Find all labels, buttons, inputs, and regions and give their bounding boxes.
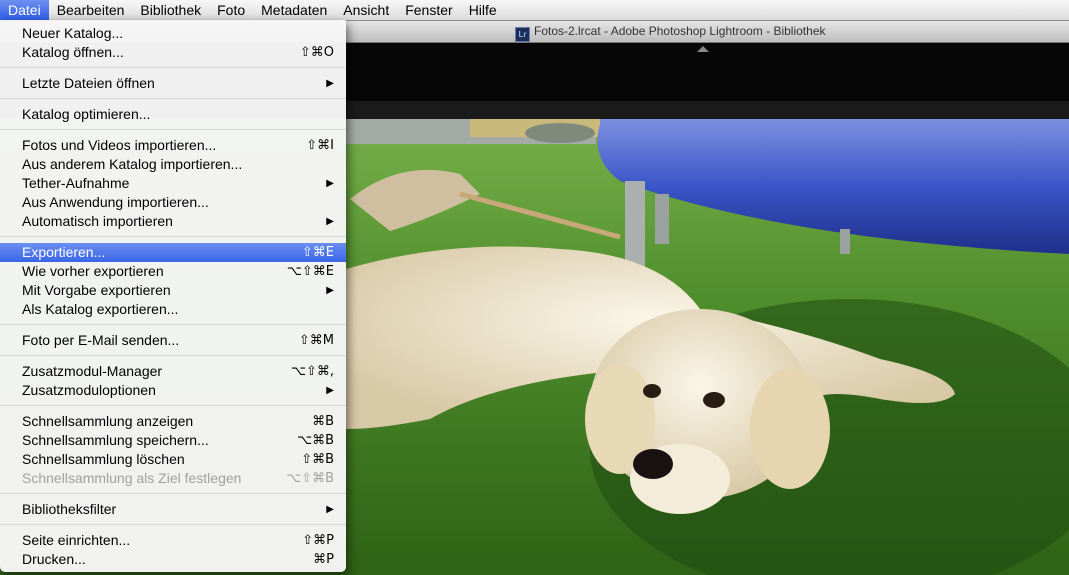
menu-item-neuer-katalog[interactable]: Neuer Katalog... — [0, 24, 346, 43]
menubar-item-hilfe[interactable]: Hilfe — [461, 0, 505, 20]
menubar-item-bibliothek[interactable]: Bibliothek — [132, 0, 209, 20]
menu-item-bibliotheksfilter[interactable]: Bibliotheksfilter ▶ — [0, 500, 346, 519]
menu-item-label: Neuer Katalog... — [22, 25, 124, 41]
menu-separator — [0, 493, 346, 494]
menu-item-katalog-öffnen[interactable]: Katalog öffnen... ⇧⌘O — [0, 43, 346, 62]
menu-separator — [0, 324, 346, 325]
file-menu-dropdown: Neuer Katalog... Katalog öffnen... ⇧⌘O Letz… — [0, 20, 346, 572]
menu-item-shortcut: ⇧⌘E — [301, 245, 334, 260]
menu-item-shortcut: ⇧⌘B — [301, 452, 334, 467]
menu-item-fotos-und-videos-importieren[interactable]: Fotos und Videos importieren... ⇧⌘I — [0, 136, 346, 155]
menu-item-aus-anderem-katalog-importieren[interactable]: Aus anderem Katalog importieren... — [0, 155, 346, 174]
menu-item-label: Aus anderem Katalog importieren... — [22, 156, 243, 172]
menubar-item-metadaten[interactable]: Metadaten — [253, 0, 335, 20]
lightroom-catalog-icon: Lr — [515, 27, 530, 42]
menubar-item-ansicht[interactable]: Ansicht — [335, 0, 397, 20]
submenu-arrow-icon: ▶ — [326, 78, 334, 89]
menu-item-shortcut: ⌘B — [312, 414, 334, 429]
menu-item-shortcut: ⌥⇧⌘, — [290, 364, 334, 379]
menu-item-label: Fotos und Videos importieren... — [22, 137, 217, 153]
menu-item-shortcut: ⌥⌘B — [297, 433, 334, 448]
menubar-item-datei[interactable]: Datei — [0, 0, 49, 20]
menu-item-als-katalog-exportieren[interactable]: Als Katalog exportieren... — [0, 300, 346, 319]
menu-item-label: Exportieren... — [22, 244, 106, 260]
menu-item-shortcut: ⇧⌘I — [306, 138, 334, 153]
menu-item-schnellsammlung-speichern[interactable]: Schnellsammlung speichern... ⌥⌘B — [0, 431, 346, 450]
menu-item-shortcut: ⌘P — [313, 552, 334, 567]
menu-item-shortcut: ⇧⌘P — [302, 533, 334, 548]
window-title: Fotos-2.lrcat - Adobe Photoshop Lightroo… — [534, 24, 826, 38]
submenu-arrow-icon: ▶ — [326, 178, 334, 189]
menu-item-label: Foto per E-Mail senden... — [22, 332, 180, 348]
menu-item-wie-vorher-exportieren[interactable]: Wie vorher exportieren ⌥⇧⌘E — [0, 262, 346, 281]
menu-item-exportieren[interactable]: Exportieren... ⇧⌘E — [0, 243, 346, 262]
menu-item-mit-vorgabe-exportieren[interactable]: Mit Vorgabe exportieren ▶ — [0, 281, 346, 300]
menu-separator — [0, 67, 346, 68]
menu-item-drucken[interactable]: Drucken... ⌘P — [0, 550, 346, 569]
menu-item-label: Katalog optimieren... — [22, 106, 151, 122]
collapse-panel-arrow-icon[interactable] — [697, 46, 709, 52]
submenu-arrow-icon: ▶ — [326, 216, 334, 227]
menu-item-label: Als Katalog exportieren... — [22, 301, 179, 317]
menu-item-label: Schnellsammlung anzeigen — [22, 413, 194, 429]
menu-separator — [0, 129, 346, 130]
menu-item-automatisch-importieren[interactable]: Automatisch importieren ▶ — [0, 212, 346, 231]
menu-item-zusatzmodul-manager[interactable]: Zusatzmodul-Manager ⌥⇧⌘, — [0, 362, 346, 381]
menu-item-schnellsammlung-als-ziel-festlegen: Schnellsammlung als Ziel festlegen ⌥⇧⌘B — [0, 469, 346, 488]
menu-item-shortcut: ⌥⇧⌘E — [286, 264, 334, 279]
menu-item-label: Schnellsammlung speichern... — [22, 432, 209, 448]
menu-item-label: Tether-Aufnahme — [22, 175, 130, 191]
menu-item-label: Wie vorher exportieren — [22, 263, 164, 279]
menu-item-tether-aufnahme[interactable]: Tether-Aufnahme ▶ — [0, 174, 346, 193]
menu-item-label: Seite einrichten... — [22, 532, 131, 548]
menu-item-label: Schnellsammlung löschen — [22, 451, 185, 467]
submenu-arrow-icon: ▶ — [326, 285, 334, 296]
window-title-group: Lr Fotos-2.lrcat - Adobe Photoshop Lightr… — [515, 21, 826, 42]
menu-separator — [0, 405, 346, 406]
menu-item-shortcut: ⇧⌘O — [299, 45, 334, 60]
menu-item-foto-per-e-mail-senden[interactable]: Foto per E-Mail senden... ⇧⌘M — [0, 331, 346, 350]
menu-separator — [0, 98, 346, 99]
menu-item-aus-anwendung-importieren[interactable]: Aus Anwendung importieren... — [0, 193, 346, 212]
menu-item-label: Letzte Dateien öffnen — [22, 75, 155, 91]
submenu-arrow-icon: ▶ — [326, 385, 334, 396]
menu-item-label: Aus Anwendung importieren... — [22, 194, 209, 210]
menu-item-label: Zusatzmoduloptionen — [22, 382, 156, 398]
menu-separator — [0, 355, 346, 356]
menu-item-shortcut: ⌥⇧⌘B — [286, 471, 334, 486]
menu-item-label: Katalog öffnen... — [22, 44, 124, 60]
menu-bar: Datei Bearbeiten Bibliothek Foto Metadaten An… — [0, 0, 1069, 21]
menu-item-shortcut: ⇧⌘M — [298, 333, 334, 348]
menu-item-schnellsammlung-anzeigen[interactable]: Schnellsammlung anzeigen ⌘B — [0, 412, 346, 431]
menu-item-seite-einrichten[interactable]: Seite einrichten... ⇧⌘P — [0, 531, 346, 550]
menu-item-label: Zusatzmodul-Manager — [22, 363, 163, 379]
menubar-item-foto[interactable]: Foto — [209, 0, 253, 20]
menu-item-schnellsammlung-löschen[interactable]: Schnellsammlung löschen ⇧⌘B — [0, 450, 346, 469]
menu-item-letzte-dateien-öffnen[interactable]: Letzte Dateien öffnen ▶ — [0, 74, 346, 93]
menu-item-zusatzmoduloptionen[interactable]: Zusatzmoduloptionen ▶ — [0, 381, 346, 400]
menubar-item-fenster[interactable]: Fenster — [397, 0, 460, 20]
menu-item-label: Bibliotheksfilter — [22, 501, 117, 517]
menubar-item-bearbeiten[interactable]: Bearbeiten — [49, 0, 133, 20]
menu-item-katalog-optimieren[interactable]: Katalog optimieren... — [0, 105, 346, 124]
submenu-arrow-icon: ▶ — [326, 504, 334, 515]
menu-separator — [0, 236, 346, 237]
menu-item-label: Drucken... — [22, 551, 86, 567]
menu-item-label: Schnellsammlung als Ziel festlegen — [22, 470, 242, 486]
menu-item-label: Automatisch importieren — [22, 213, 173, 229]
menu-separator — [0, 524, 346, 525]
menu-item-label: Mit Vorgabe exportieren — [22, 282, 171, 298]
